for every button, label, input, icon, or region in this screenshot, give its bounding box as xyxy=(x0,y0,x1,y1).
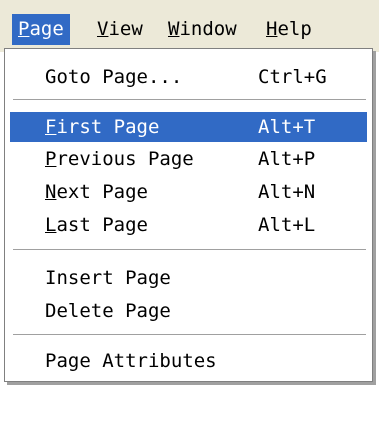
page-menu-dropdown: Goto Page... Ctrl+G First Page Alt+T Pre… xyxy=(4,48,373,382)
menu-page-mnemonic: P xyxy=(18,18,30,40)
menu-item-next-page[interactable]: Next Page Alt+N xyxy=(10,177,367,207)
menu-item-previous-page[interactable]: Previous Page Alt+P xyxy=(10,144,367,174)
menu-item-delete-page[interactable]: Delete Page xyxy=(10,296,367,326)
menu-item-last-page-mnemonic: L xyxy=(45,214,57,236)
menu-help[interactable]: Help xyxy=(260,14,318,45)
menu-separator xyxy=(13,99,366,101)
menu-item-next-page-text: ext Page xyxy=(56,181,148,203)
menu-item-first-page-mnemonic: F xyxy=(45,116,57,138)
menu-separator xyxy=(13,249,366,251)
menu-item-previous-page-mnemonic: P xyxy=(45,148,57,170)
menu-bar: Page View Window Help xyxy=(0,0,379,52)
menu-item-insert-page-label: Insert Page xyxy=(45,267,171,289)
menu-item-previous-page-shortcut: Alt+P xyxy=(258,148,316,170)
menu-item-previous-page-text: revious Page xyxy=(56,148,194,170)
menu-item-page-attributes-label: Page Attributes xyxy=(45,350,217,372)
menu-item-next-page-shortcut: Alt+N xyxy=(258,181,316,203)
menu-view-mnemonic: V xyxy=(97,18,109,40)
menu-view[interactable]: View xyxy=(91,14,149,45)
menu-item-last-page-shortcut: Alt+L xyxy=(258,214,316,236)
menu-item-first-page-label: First Page xyxy=(45,112,159,142)
menu-item-previous-page-label: Previous Page xyxy=(45,144,194,174)
menu-help-mnemonic: H xyxy=(266,18,278,40)
menu-window-label: indow xyxy=(179,18,237,40)
menu-item-last-page-label: Last Page xyxy=(45,210,148,240)
menu-item-first-page-text: irst Page xyxy=(56,116,160,138)
menu-item-first-page[interactable]: First Page Alt+T xyxy=(10,112,367,142)
menu-item-next-page-mnemonic: N xyxy=(45,181,57,203)
menu-item-goto-page-label: Goto Page... xyxy=(45,66,183,88)
menu-window-mnemonic: W xyxy=(168,18,180,40)
menu-help-label: elp xyxy=(277,18,312,40)
menu-page[interactable]: Page xyxy=(12,14,70,45)
menu-item-first-page-shortcut: Alt+T xyxy=(258,116,316,138)
menu-item-page-attributes[interactable]: Page Attributes xyxy=(10,346,367,376)
menu-view-label: iew xyxy=(108,18,143,40)
menu-window[interactable]: Window xyxy=(162,14,243,45)
menu-separator xyxy=(13,334,366,336)
menu-item-next-page-label: Next Page xyxy=(45,177,148,207)
menu-item-delete-page-label: Delete Page xyxy=(45,300,171,322)
menu-item-insert-page[interactable]: Insert Page xyxy=(10,263,367,293)
menu-item-last-page-text: ast Page xyxy=(56,214,148,236)
menu-item-last-page[interactable]: Last Page Alt+L xyxy=(10,210,367,240)
menu-item-goto-page-shortcut: Ctrl+G xyxy=(258,66,327,88)
menu-item-goto-page[interactable]: Goto Page... Ctrl+G xyxy=(10,62,367,92)
menu-page-label: age xyxy=(29,18,64,40)
